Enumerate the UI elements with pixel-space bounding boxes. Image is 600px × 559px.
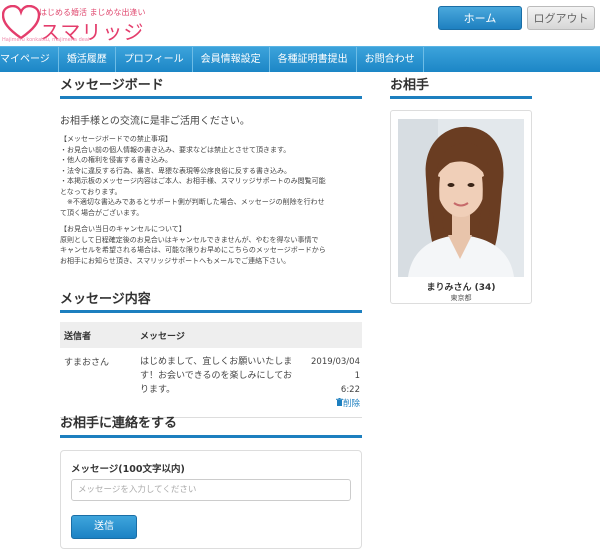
table-row: すまおさん はじめまして、宜しくお願いいたします！お会いできるのを楽しみにしてお… <box>60 348 362 418</box>
col-sender-header: 送信者 <box>60 322 136 348</box>
message-body: はじめまして、宜しくお願いいたします！お会いできるのを楽しみにしております。 <box>136 348 300 418</box>
message-input[interactable] <box>71 479 351 501</box>
heart-icon <box>2 5 40 40</box>
rules-line: て頂く場合がございます。 <box>60 208 144 217</box>
nav-item-contact[interactable]: お問合わせ <box>357 47 424 72</box>
rules-line: となっております。 <box>60 187 122 196</box>
contact-form: メッセージ(100文字以内) 送信 <box>60 450 362 549</box>
cancel-rules-line: 原則として日程確定後のお見合いはキャンセルできませんが、やむを得ない事情で <box>60 235 319 244</box>
messages-title: メッセージ内容 <box>60 288 362 313</box>
message-board-intro: お相手様との交流に是非ご活用ください。 <box>60 116 250 127</box>
partner-photo-image <box>398 119 524 277</box>
rules-line: ・他人の権利を侵害する書き込み。 <box>60 156 172 164</box>
nav-item-account-settings[interactable]: 会員情報設定 <box>193 47 270 72</box>
message-board-title: メッセージボード <box>60 74 362 99</box>
message-board-rules: 【メッセージボードでの禁止事項】 ・お見合い前の個人情報の書き込み、要求などは禁… <box>60 134 362 266</box>
nav-item-mypage[interactable]: マイページ <box>0 47 59 72</box>
logout-button[interactable]: ログアウト <box>527 6 595 30</box>
rules-line: ・本掲示板のメッセージ内容はご本人、お相手様、スマリッジサポートのみ閲覧可能 <box>60 177 326 185</box>
nav-item-profile[interactable]: プロフィール <box>116 47 193 72</box>
site-logo[interactable]: はじめる婚活 まじめな出逢い スマリッジ Hajimeru konkatsu, … <box>2 3 146 44</box>
partner-name[interactable]: まりみさん (34) <box>391 280 531 293</box>
send-button[interactable]: 送信 <box>71 515 137 539</box>
home-button[interactable]: ホーム <box>438 6 522 30</box>
messages-table: 送信者 メッセージ すまおさん はじめまして、宜しくお願いいたします！お会いでき… <box>60 322 362 418</box>
message-time: 6:22 <box>340 385 360 395</box>
cancel-rules-line: キャンセルを希望される場合は、可能な限りお早めにこちらのメッセージボードから <box>60 246 326 254</box>
partner-card[interactable]: まりみさん (34) 東京都 <box>390 110 532 304</box>
delete-message-link[interactable]: 削除 <box>335 398 360 409</box>
nav-item-history[interactable]: 婚活履歴 <box>59 47 116 72</box>
nav-item-certificates[interactable]: 各種証明書提出 <box>270 47 357 72</box>
cancel-rules-line: お相手にお知らせ頂き、スマリッジサポートへもメールでご連絡下さい。 <box>60 256 291 265</box>
delete-label: 削除 <box>342 399 360 409</box>
table-header-row: 送信者 メッセージ <box>60 322 362 348</box>
partner-title: お相手 <box>390 74 532 99</box>
partner-location: 東京都 <box>450 294 472 302</box>
rules-line: ※不適切な書込みであるとサポート側が判断した場合、メッセージの削除を行わせ <box>60 198 325 206</box>
trash-icon <box>335 398 343 406</box>
rules-line: 【メッセージボードでの禁止事項】 <box>60 135 172 143</box>
partner-photo[interactable] <box>398 119 524 277</box>
logo-subtagline: Hajimeru konkatsu, majimena deai <box>2 37 90 43</box>
main-nav: マイページ 婚活履歴 プロフィール 会員情報設定 各種証明書提出 お問合わせ <box>0 46 600 72</box>
message-date-cell: 2019/03/04 1 6:22 削除 <box>300 348 362 418</box>
message-date: 2019/03/04 1 <box>311 357 360 381</box>
message-field-label: メッセージ(100文字以内) <box>71 464 185 475</box>
contact-title: お相手に連絡をする <box>60 412 362 438</box>
message-sender: すまおさん <box>60 348 136 418</box>
rules-line: ・お見合い前の個人情報の書き込み、要求などは禁止とさせて頂きます。 <box>60 145 291 154</box>
site-header: はじめる婚活 まじめな出逢い スマリッジ Hajimeru konkatsu, … <box>0 0 600 46</box>
col-message-header: メッセージ <box>136 322 362 348</box>
rules-line: ・法令に違反する行為、暴言、卑猥な表現等公序良俗に反する書き込み。 <box>60 166 291 175</box>
cancel-rules-line: 【お見合い当日のキャンセルについて】 <box>60 225 186 233</box>
